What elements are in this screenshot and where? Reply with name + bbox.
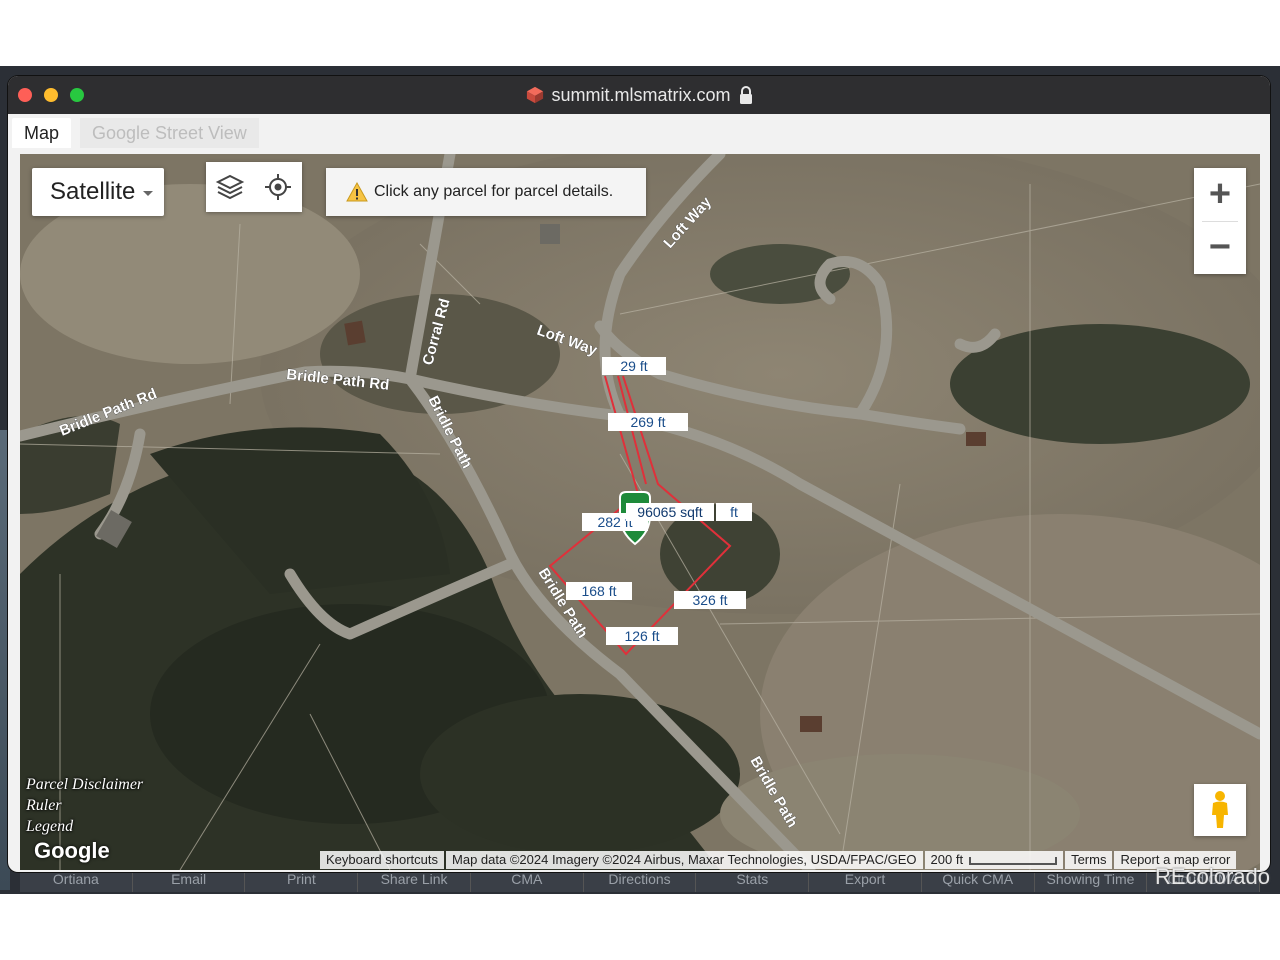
zoom-control: + − <box>1194 168 1246 274</box>
screenshot: Ortiana Email Print Share Link CMA Direc… <box>0 0 1280 960</box>
measurement-label: 326 ft <box>674 591 746 609</box>
zoom-in-button[interactable]: + <box>1194 168 1246 221</box>
measurement-label: 269 ft <box>608 413 688 431</box>
pegman-icon <box>1212 791 1228 828</box>
locate-icon[interactable] <box>263 172 293 202</box>
site-favicon-icon <box>526 86 543 104</box>
parcel-disclaimer-link[interactable]: Parcel Disclaimer <box>26 774 143 795</box>
site-title: summit.mlsmatrix.com <box>526 85 753 106</box>
measurement-label: 168 ft <box>566 582 632 600</box>
minimize-window-button[interactable] <box>44 88 58 102</box>
maximize-window-button[interactable] <box>70 88 84 102</box>
lock-icon <box>739 86 752 104</box>
scale-bar <box>969 857 1058 865</box>
map-data-attribution: Map data ©2024 Imagery ©2024 Airbus, Max… <box>446 851 923 869</box>
layers-icon[interactable] <box>215 172 245 202</box>
caret-down-icon <box>143 190 154 196</box>
map-type-dropdown[interactable]: Satellite <box>32 168 164 216</box>
parcel-area-label: 96065 sqft <box>626 503 714 521</box>
measurement-label: 126 ft <box>606 627 678 645</box>
tab-google-street-view[interactable]: Google Street View <box>80 118 259 148</box>
parcel-notice-text: Click any parcel for parcel details. <box>374 183 614 200</box>
watermark: REcolorado <box>1155 864 1270 889</box>
measurement-label: ft <box>716 503 752 521</box>
measurement-label: 29 ft <box>602 357 666 375</box>
site-url: summit.mlsmatrix.com <box>551 84 731 105</box>
ruler-link[interactable]: Ruler <box>26 795 143 816</box>
terms-link[interactable]: Terms <box>1065 851 1113 869</box>
close-window-button[interactable] <box>18 88 32 102</box>
map-type-label: Satellite <box>50 178 136 205</box>
scale-label: 200 ft <box>930 852 964 867</box>
google-logo: Google <box>34 838 110 863</box>
zoom-out-button[interactable]: − <box>1194 222 1246 275</box>
parcel-notice: Click any parcel for parcel details. <box>326 168 646 216</box>
map-attribution-bar: Keyboard shortcuts Map data ©2024 Imager… <box>318 851 1237 869</box>
map-tabs: Map Google Street View <box>8 114 1270 150</box>
legend-link[interactable]: Legend <box>26 816 143 837</box>
keyboard-shortcuts-link[interactable]: Keyboard shortcuts <box>320 851 445 869</box>
satellite-map[interactable]: Loft Way Loft Way Corral Rd Bridle Path … <box>20 154 1260 870</box>
browser-window: summit.mlsmatrix.com Map Google Street V… <box>8 76 1270 872</box>
map-scale[interactable]: 200 ft <box>924 851 1064 869</box>
title-bar: summit.mlsmatrix.com <box>8 76 1270 114</box>
street-view-pegman-button[interactable] <box>1194 784 1246 836</box>
tab-map[interactable]: Map <box>12 118 72 148</box>
map-links: Parcel Disclaimer Ruler Legend <box>26 774 143 837</box>
warning-icon <box>346 182 368 202</box>
map-tools <box>206 162 302 212</box>
